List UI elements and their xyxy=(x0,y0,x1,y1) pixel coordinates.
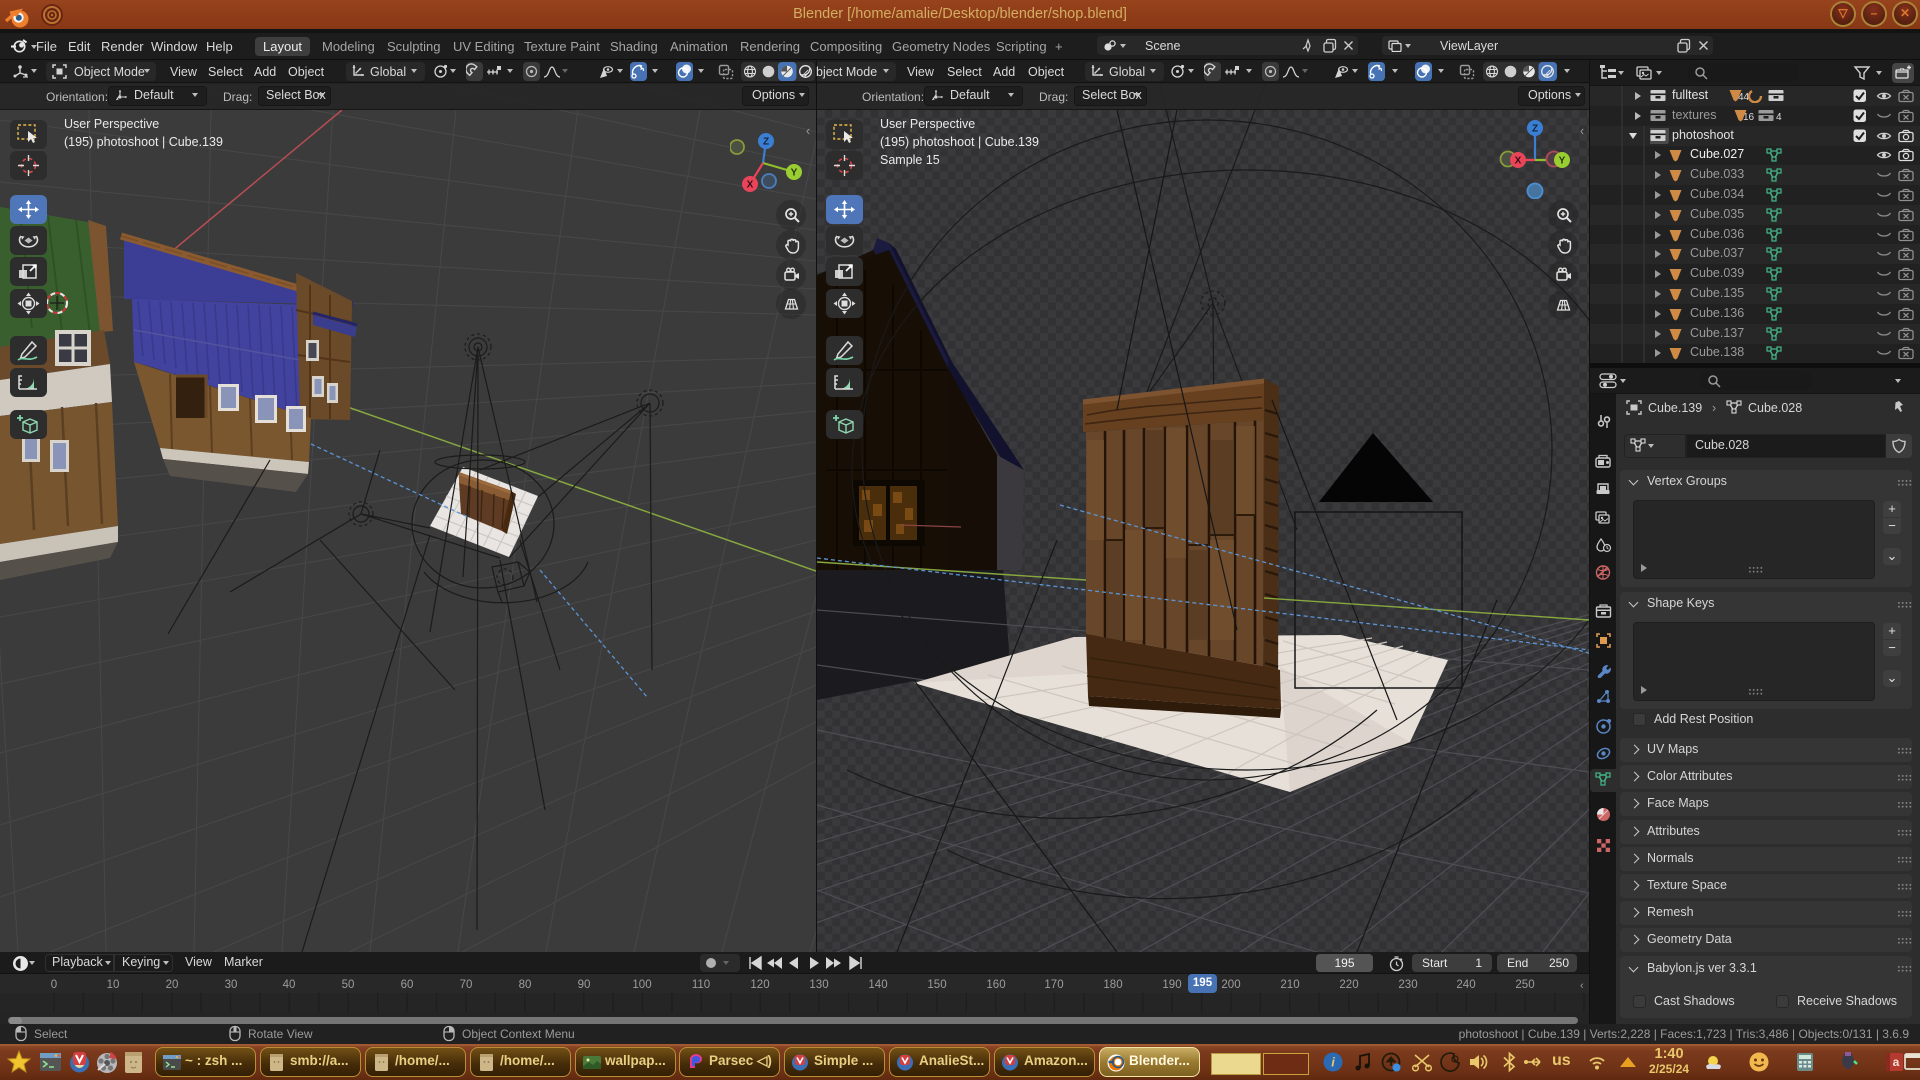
svg-text:Z: Z xyxy=(1532,124,1538,135)
svg-text:Y: Y xyxy=(1559,156,1566,167)
svg-text:X: X xyxy=(1515,156,1522,167)
svg-text:X: X xyxy=(747,180,754,191)
svg-text:a: a xyxy=(1893,1055,1900,1069)
svg-text:Z: Z xyxy=(763,137,769,148)
svg-text:Y: Y xyxy=(791,168,798,179)
svg-text:i: i xyxy=(1331,1055,1335,1070)
